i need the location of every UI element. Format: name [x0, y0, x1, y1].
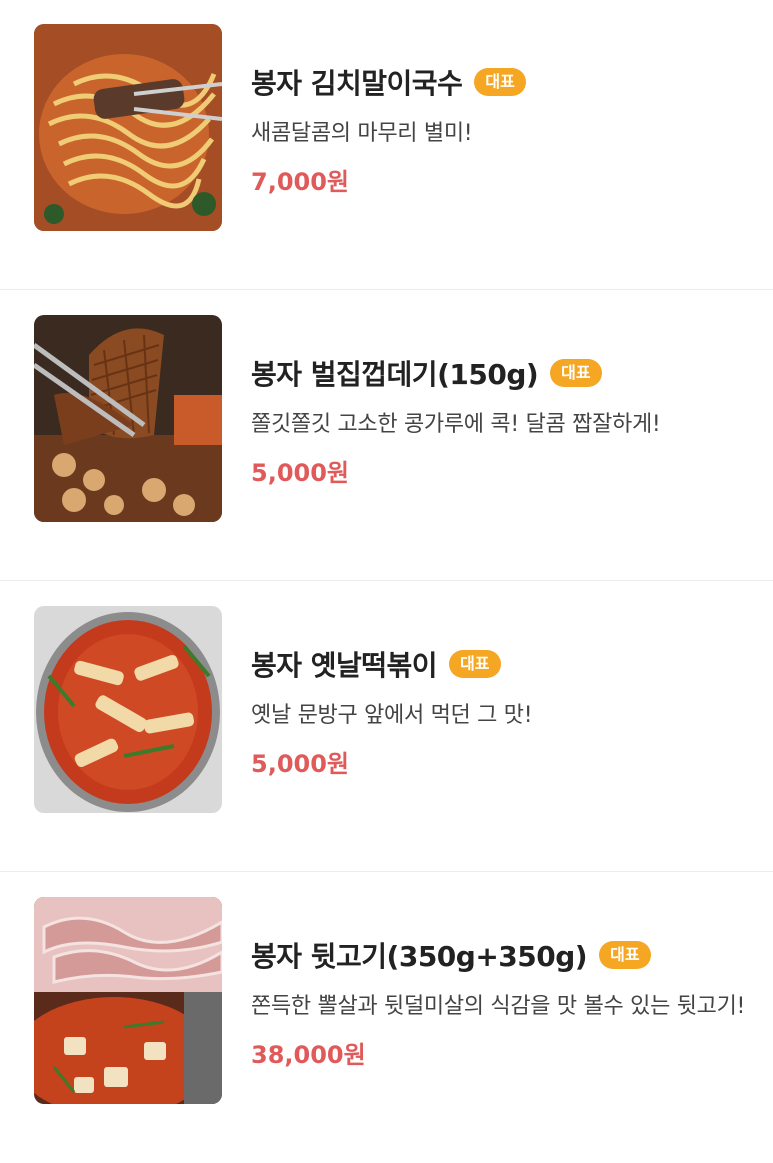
item-description: 새콤달콤의 마무리 별미!	[251, 121, 473, 146]
pork-meat-image-graphic	[34, 897, 222, 1104]
title-row: 봉자 벌집껍데기(150g) 대표	[251, 353, 751, 393]
item-price: 5,000원	[251, 750, 349, 778]
item-info: 봉자 벌집껍데기(150g) 대표 쫄깃쫄깃 고소한 콩가루에 콕! 달콤 짭잘…	[251, 353, 751, 488]
item-title: 봉자 뒷고기(350g+350g)	[251, 940, 588, 973]
item-price: 5,000원	[251, 459, 349, 487]
item-info: 봉자 뒷고기(350g+350g) 대표 쫀득한 뽈살과 뒷덜미살의 식감을 맛…	[251, 935, 751, 1070]
signature-badge: 대표	[550, 359, 602, 387]
menu-item[interactable]: 봉자 김치말이국수 대표 새콤달콤의 마무리 별미! 7,000원	[0, 0, 773, 290]
item-description: 쫀득한 뽈살과 뒷덜미살의 식감을 맛 볼수 있는 뒷고기!	[251, 994, 746, 1019]
item-info: 봉자 김치말이국수 대표 새콤달콤의 마무리 별미! 7,000원	[251, 62, 751, 197]
item-description: 쫄깃쫄깃 고소한 콩가루에 콕! 달콤 짭잘하게!	[251, 412, 661, 437]
item-title: 봉자 김치말이국수	[251, 67, 463, 100]
item-title: 봉자 옛날떡볶이	[251, 649, 438, 682]
menu-item[interactable]: 봉자 벌집껍데기(150g) 대표 쫄깃쫄깃 고소한 콩가루에 콕! 달콤 짭잘…	[0, 291, 773, 581]
pork-skin-image-graphic	[34, 315, 222, 522]
title-row: 봉자 옛날떡볶이 대표	[251, 644, 751, 684]
tteokbokki-photo[interactable]	[34, 606, 222, 813]
title-row: 봉자 뒷고기(350g+350g) 대표	[251, 935, 751, 975]
signature-badge: 대표	[449, 650, 501, 678]
item-title: 봉자 벌집껍데기(150g)	[251, 358, 539, 391]
item-price: 7,000원	[251, 168, 349, 196]
pork-skin-photo[interactable]	[34, 315, 222, 522]
noodle-image-graphic	[34, 24, 222, 231]
title-row: 봉자 김치말이국수 대표	[251, 62, 751, 102]
item-info: 봉자 옛날떡볶이 대표 옛날 문방구 앞에서 먹던 그 맛! 5,000원	[251, 644, 751, 779]
item-price: 38,000원	[251, 1041, 366, 1069]
noodle-photo[interactable]	[34, 24, 222, 231]
tteokbokki-image-graphic	[34, 606, 222, 813]
signature-badge: 대표	[474, 68, 526, 96]
menu-item[interactable]: 봉자 옛날떡볶이 대표 옛날 문방구 앞에서 먹던 그 맛! 5,000원	[0, 582, 773, 872]
pork-meat-photo[interactable]	[34, 897, 222, 1104]
menu-item[interactable]: 봉자 뒷고기(350g+350g) 대표 쫀득한 뽈살과 뒷덜미살의 식감을 맛…	[0, 873, 773, 1163]
signature-badge: 대표	[599, 941, 651, 969]
item-description: 옛날 문방구 앞에서 먹던 그 맛!	[251, 703, 533, 728]
